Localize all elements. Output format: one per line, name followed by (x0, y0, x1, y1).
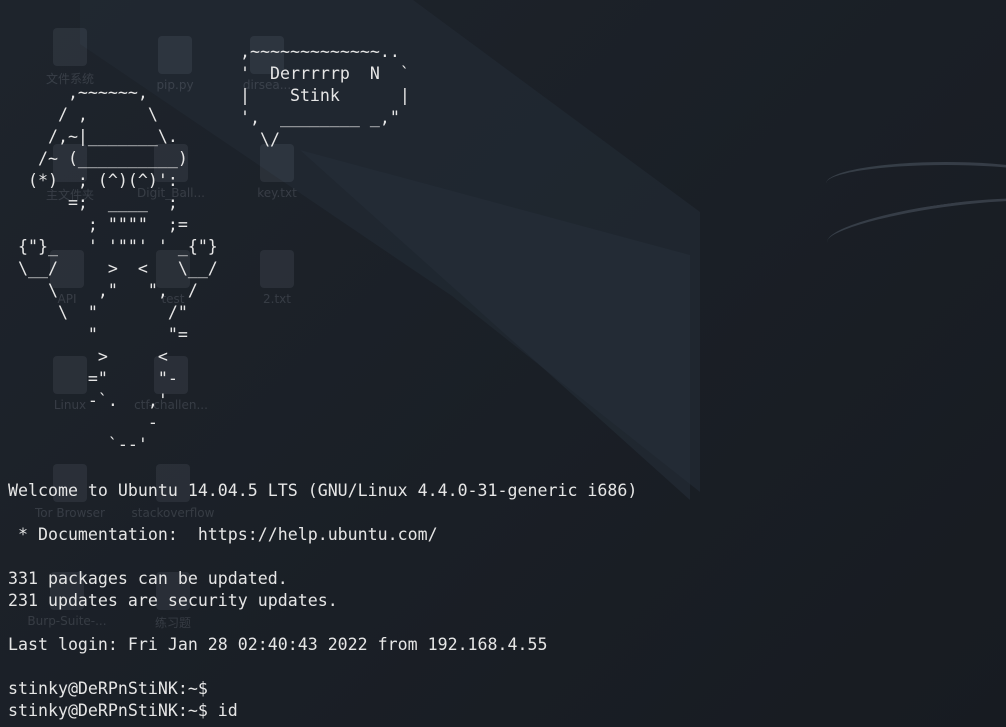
motd-security-updates: 231 updates are security updates. (8, 591, 338, 610)
wallpaper-shape (300, 150, 690, 500)
motd-documentation: * Documentation: https://help.ubuntu.com… (8, 525, 438, 544)
terminal-output[interactable]: Welcome to Ubuntu 14.04.5 LTS (GNU/Linux… (8, 480, 637, 722)
ascii-art-character: ,~~~~~~, / , \ /,~|_______\. /~ (_______… (8, 83, 218, 454)
desktop-icon[interactable]: 2.txt (232, 250, 322, 306)
wallpaper-swoosh (826, 162, 1006, 205)
locked-file-icon (260, 250, 294, 288)
motd-welcome: Welcome to Ubuntu 14.04.5 LTS (GNU/Linux… (8, 481, 638, 500)
shell-prompt: stinky@DeRPnStiNK:~$ (8, 679, 208, 698)
ascii-art-speech-bubble: ,~~~~~~~~~~~~~.. ' Derrrrrp N ` | Stink | '… (240, 42, 410, 149)
desktop-icon[interactable]: key.txt (232, 144, 322, 200)
terminal-window[interactable]: 文件系统 pip.py dirsea... 主文件夹 Digit_Ball...… (0, 0, 1006, 727)
last-login: Last login: Fri Jan 28 02:40:43 2022 fro… (8, 635, 548, 654)
motd-packages: 331 packages can be updated. (8, 569, 288, 588)
shell-prompt-command[interactable]: stinky@DeRPnStiNK:~$ id (8, 700, 637, 722)
